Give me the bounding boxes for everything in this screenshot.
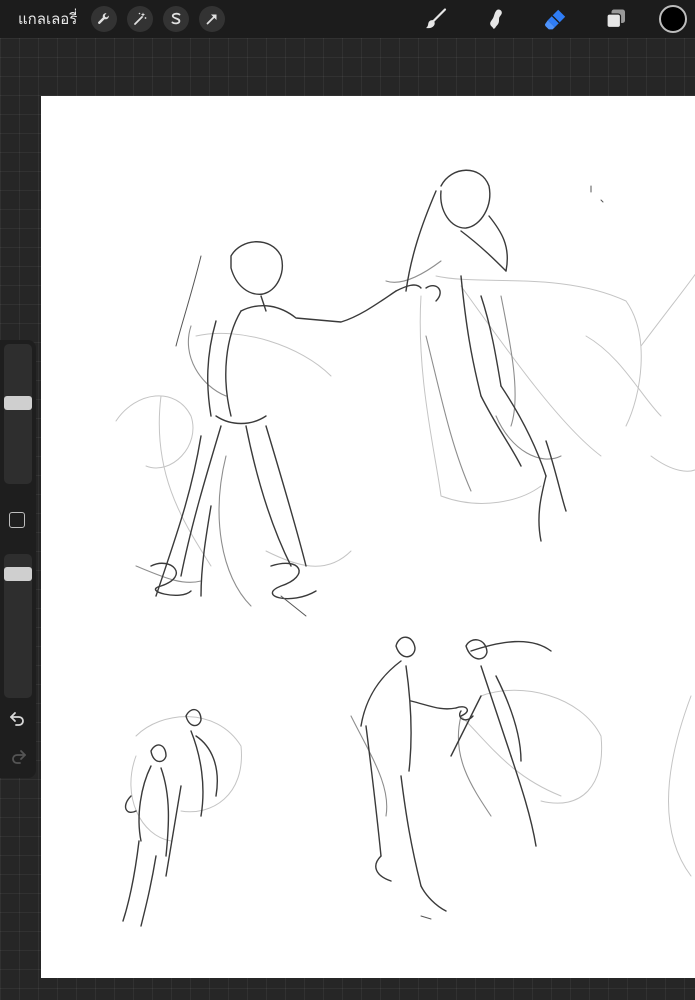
- layers-icon: [606, 9, 625, 29]
- adjustments-button[interactable]: [127, 6, 154, 32]
- brush-tool-button[interactable]: [421, 4, 451, 34]
- sketch-artwork: [115, 169, 695, 927]
- smudge-tool-button[interactable]: [481, 4, 511, 34]
- layers-button[interactable]: [601, 4, 631, 34]
- eraser-icon: [545, 9, 566, 30]
- transform-button[interactable]: [199, 6, 226, 32]
- modify-button[interactable]: [9, 512, 25, 528]
- undo-icon: [10, 712, 24, 726]
- right-tool-group: [391, 0, 695, 38]
- brush-size-thumb[interactable]: [4, 396, 32, 410]
- undo-button[interactable]: [7, 710, 29, 728]
- redo-icon: [12, 750, 26, 764]
- redo-button[interactable]: [7, 748, 29, 766]
- gallery-button[interactable]: แกลเลอรี่: [18, 7, 77, 31]
- smudge-icon: [490, 9, 502, 29]
- left-sidebar: [0, 340, 36, 778]
- selection-icon: [171, 12, 181, 25]
- selection-button[interactable]: [163, 6, 190, 32]
- brush-size-slider[interactable]: [4, 344, 32, 484]
- top-toolbar: แกลเลอรี่: [0, 0, 695, 38]
- magic-wand-icon: [134, 12, 147, 25]
- transform-arrow-icon: [206, 14, 217, 25]
- opacity-thumb[interactable]: [4, 567, 32, 581]
- eraser-tool-button[interactable]: [541, 4, 571, 34]
- opacity-slider[interactable]: [4, 554, 32, 698]
- wrench-icon: [98, 13, 110, 24]
- drawing-canvas[interactable]: [41, 96, 695, 978]
- actions-button[interactable]: [91, 6, 118, 32]
- color-picker-button[interactable]: [659, 5, 687, 33]
- brush-icon: [426, 8, 447, 29]
